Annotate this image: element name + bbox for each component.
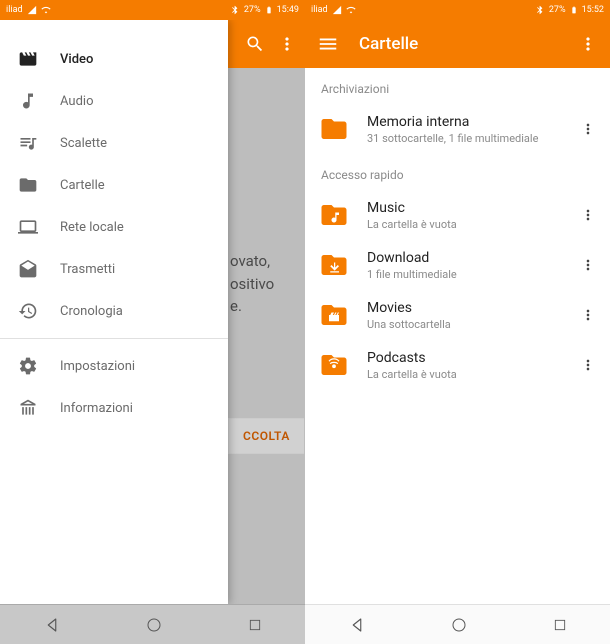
network-icon — [18, 217, 38, 237]
drawer-item-network[interactable]: Rete locale — [0, 206, 228, 248]
bluetooth-icon — [535, 5, 545, 15]
battery-label: 27% — [244, 5, 261, 15]
video-icon — [18, 49, 38, 69]
nav-home-icon[interactable] — [146, 617, 162, 633]
signal-icon — [27, 5, 37, 15]
folder-title: Download — [367, 250, 562, 266]
app-bar: Cartelle — [305, 20, 610, 68]
status-bar: iliad 27% 15:49 — [0, 0, 305, 20]
nav-back-icon[interactable] — [43, 616, 61, 634]
row-more-icon[interactable] — [578, 357, 598, 373]
drawer-item-settings[interactable]: Impostazioni — [0, 345, 228, 387]
carrier-label: iliad — [6, 5, 23, 15]
quick-row-music[interactable]: Music La cartella è vuota — [305, 190, 610, 240]
battery-icon — [570, 5, 578, 15]
scan-button[interactable]: CCOLTA — [228, 418, 304, 454]
nav-recent-icon[interactable] — [248, 618, 262, 632]
wifi-icon — [346, 5, 356, 15]
folder-movies-icon — [317, 298, 351, 332]
navigation-drawer: Video Audio Scalette Cartelle Rete local… — [0, 20, 228, 604]
row-more-icon[interactable] — [578, 207, 598, 223]
nav-back-icon[interactable] — [348, 616, 366, 634]
nav-recent-icon[interactable] — [553, 618, 567, 632]
drawer-item-video[interactable]: Video — [0, 38, 228, 80]
section-header-storage: Archiviazioni — [305, 68, 610, 104]
storage-title: Memoria interna — [367, 114, 562, 130]
drawer-item-about[interactable]: Informazioni — [0, 387, 228, 429]
folder-title: Podcasts — [367, 350, 562, 366]
audio-icon — [18, 91, 38, 111]
section-header-quick: Accesso rapido — [305, 154, 610, 190]
history-icon — [18, 301, 38, 321]
drawer-label: Informazioni — [60, 401, 133, 416]
quick-row-podcasts[interactable]: Podcasts La cartella è vuota — [305, 340, 610, 390]
drawer-label: Scalette — [60, 136, 107, 151]
folder-subtitle: Una sottocartella — [367, 318, 562, 331]
quick-row-download[interactable]: Download 1 file multimediale — [305, 240, 610, 290]
folder-download-icon — [317, 248, 351, 282]
storage-subtitle: 31 sottocartelle, 1 file multimediale — [367, 132, 562, 145]
row-more-icon[interactable] — [578, 307, 598, 323]
folder-title: Music — [367, 200, 562, 216]
row-more-icon[interactable] — [578, 257, 598, 273]
drawer-item-audio[interactable]: Audio — [0, 80, 228, 122]
playlist-icon — [18, 133, 38, 153]
search-icon[interactable] — [245, 34, 265, 54]
drawer-label: Cronologia — [60, 304, 123, 319]
folder-icon — [18, 175, 38, 195]
drawer-label: Audio — [60, 94, 93, 109]
navigation-bar — [305, 604, 610, 644]
signal-icon — [332, 5, 342, 15]
drawer-label: Rete locale — [60, 220, 124, 235]
drawer-label: Impostazioni — [60, 359, 135, 374]
divider — [0, 338, 228, 339]
carrier-label: iliad — [311, 5, 328, 15]
battery-icon — [265, 5, 273, 15]
time-label: 15:52 — [582, 5, 604, 15]
folder-subtitle: La cartella è vuota — [367, 218, 562, 231]
stream-icon — [18, 259, 38, 279]
status-bar: iliad 27% 15:52 — [305, 0, 610, 20]
drawer-label: Trasmetti — [60, 262, 115, 277]
more-vert-icon[interactable] — [277, 34, 297, 54]
quick-row-movies[interactable]: Movies Una sottocartella — [305, 290, 610, 340]
folder-subtitle: La cartella è vuota — [367, 368, 562, 381]
bluetooth-icon — [230, 5, 240, 15]
more-vert-icon[interactable] — [578, 34, 598, 54]
drawer-item-playlists[interactable]: Scalette — [0, 122, 228, 164]
folder-icon — [317, 112, 351, 146]
nav-home-icon[interactable] — [451, 617, 467, 633]
folder-title: Movies — [367, 300, 562, 316]
row-more-icon[interactable] — [578, 121, 598, 137]
wifi-icon — [41, 5, 51, 15]
folder-subtitle: 1 file multimediale — [367, 268, 562, 281]
battery-label: 27% — [549, 5, 566, 15]
empty-state-text: ovato, ositivo e. — [230, 250, 274, 318]
folder-podcasts-icon — [317, 348, 351, 382]
drawer-label: Video — [60, 52, 93, 67]
about-icon — [18, 398, 38, 418]
drawer-label: Cartelle — [60, 178, 105, 193]
page-title: Cartelle — [359, 34, 578, 54]
folder-music-icon — [317, 198, 351, 232]
storage-row[interactable]: Memoria interna 31 sottocartelle, 1 file… — [305, 104, 610, 154]
navigation-bar — [0, 604, 305, 644]
settings-icon — [18, 356, 38, 376]
time-label: 15:49 — [277, 5, 299, 15]
drawer-item-folders[interactable]: Cartelle — [0, 164, 228, 206]
drawer-item-history[interactable]: Cronologia — [0, 290, 228, 332]
menu-icon[interactable] — [317, 33, 339, 55]
drawer-item-stream[interactable]: Trasmetti — [0, 248, 228, 290]
